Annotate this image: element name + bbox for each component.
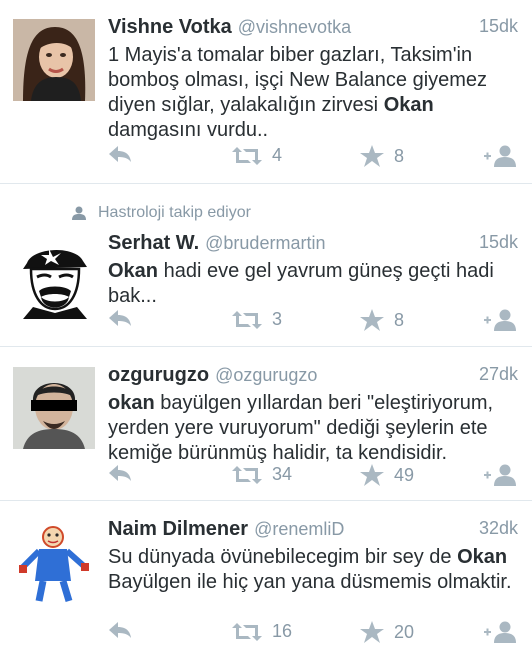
tweet-text: okan bayülgen yıllardan beri "eleştiriyo… — [108, 392, 494, 464]
retweet-count: 4 — [272, 145, 283, 165]
avatar[interactable] — [13, 367, 95, 449]
timestamp[interactable]: 15dk — [479, 232, 518, 253]
timestamp[interactable]: 32dk — [479, 518, 518, 539]
tweet-text: Okan hadi eve gel yavrum güneş geçti had… — [108, 260, 494, 307]
tweet-text: 1 Mayis'a tomalar biber gazları, Taksim'… — [108, 44, 488, 141]
star-icon — [360, 621, 384, 643]
timestamp[interactable]: 15dk — [479, 16, 518, 37]
follow-button[interactable] — [484, 309, 518, 331]
retweet-count: 16 — [272, 621, 293, 641]
user-name[interactable]: Vishne Votka — [108, 16, 232, 38]
user-name[interactable]: Serhat W. — [108, 232, 199, 254]
user-name[interactable]: ozgurugzo — [108, 364, 209, 386]
follow-user-icon — [484, 621, 516, 643]
retweet-icon — [232, 146, 262, 165]
tweet-item[interactable]: Hastroloji takip ediyor Serhat W. @bruder… — [0, 184, 532, 347]
retweet-count: 34 — [272, 464, 293, 484]
favorite-button[interactable]: 49 — [360, 464, 414, 486]
star-icon — [360, 145, 384, 167]
highlighted-keyword: Okan — [108, 260, 159, 282]
avatar[interactable] — [13, 237, 95, 319]
follow-user-icon — [484, 309, 516, 331]
user-handle[interactable]: @ozgurugzo — [215, 365, 317, 385]
highlighted-keyword: okan — [108, 392, 155, 414]
user-handle[interactable]: @vishnevotka — [238, 17, 351, 37]
tweet-item[interactable]: Naim Dilmener @renemliD 32dk Su dünyada ö… — [0, 501, 532, 658]
avatar[interactable] — [13, 19, 95, 101]
retweet-count: 3 — [272, 309, 283, 329]
follow-button[interactable] — [484, 145, 518, 167]
follow-user-icon — [484, 464, 516, 486]
favorite-button[interactable]: 8 — [360, 145, 404, 167]
star-icon — [360, 309, 384, 331]
retweet-button[interactable]: 4 — [232, 145, 282, 166]
tweet-item[interactable]: ozgurugzo @ozgurugzo 27dk okan bayülgen y… — [0, 347, 532, 501]
retweet-icon — [232, 465, 262, 484]
avatar[interactable] — [13, 521, 95, 603]
tweet-item[interactable]: Vishne Votka @vishnevotka 15dk 1 Mayis'a … — [0, 0, 532, 184]
user-name[interactable]: Naim Dilmener — [108, 518, 248, 540]
favorite-button[interactable]: 20 — [360, 621, 414, 643]
tweet-text: Su dünyada övünebilecegim bir sey de Oka… — [108, 546, 512, 593]
retweet-button[interactable]: 16 — [232, 621, 292, 642]
reply-icon — [109, 465, 131, 481]
reply-icon — [109, 310, 131, 326]
highlighted-keyword: Okan — [383, 94, 434, 116]
person-icon — [72, 206, 86, 220]
favorite-count: 20 — [394, 621, 415, 642]
favorite-button[interactable]: 8 — [360, 309, 404, 331]
retweet-icon — [232, 622, 262, 641]
favorite-count: 49 — [394, 464, 415, 485]
user-handle[interactable]: @brudermartin — [205, 233, 325, 253]
favorite-count: 8 — [394, 145, 405, 166]
retweet-icon — [232, 310, 262, 329]
follow-button[interactable] — [484, 621, 518, 643]
follow-button[interactable] — [484, 464, 518, 486]
retweet-button[interactable]: 3 — [232, 309, 282, 330]
social-context: Hastroloji takip ediyor — [72, 204, 251, 222]
timestamp[interactable]: 27dk — [479, 364, 518, 385]
star-icon — [360, 464, 384, 486]
reply-button[interactable] — [108, 464, 132, 482]
reply-button[interactable] — [108, 309, 132, 327]
reply-icon — [109, 622, 131, 638]
reply-button[interactable] — [108, 621, 132, 639]
user-handle[interactable]: @renemliD — [254, 519, 344, 539]
retweet-button[interactable]: 34 — [232, 464, 292, 485]
reply-button[interactable] — [108, 145, 132, 163]
favorite-count: 8 — [394, 309, 405, 330]
follow-user-icon — [484, 145, 516, 167]
highlighted-keyword: Okan — [457, 546, 508, 568]
reply-icon — [109, 146, 131, 162]
